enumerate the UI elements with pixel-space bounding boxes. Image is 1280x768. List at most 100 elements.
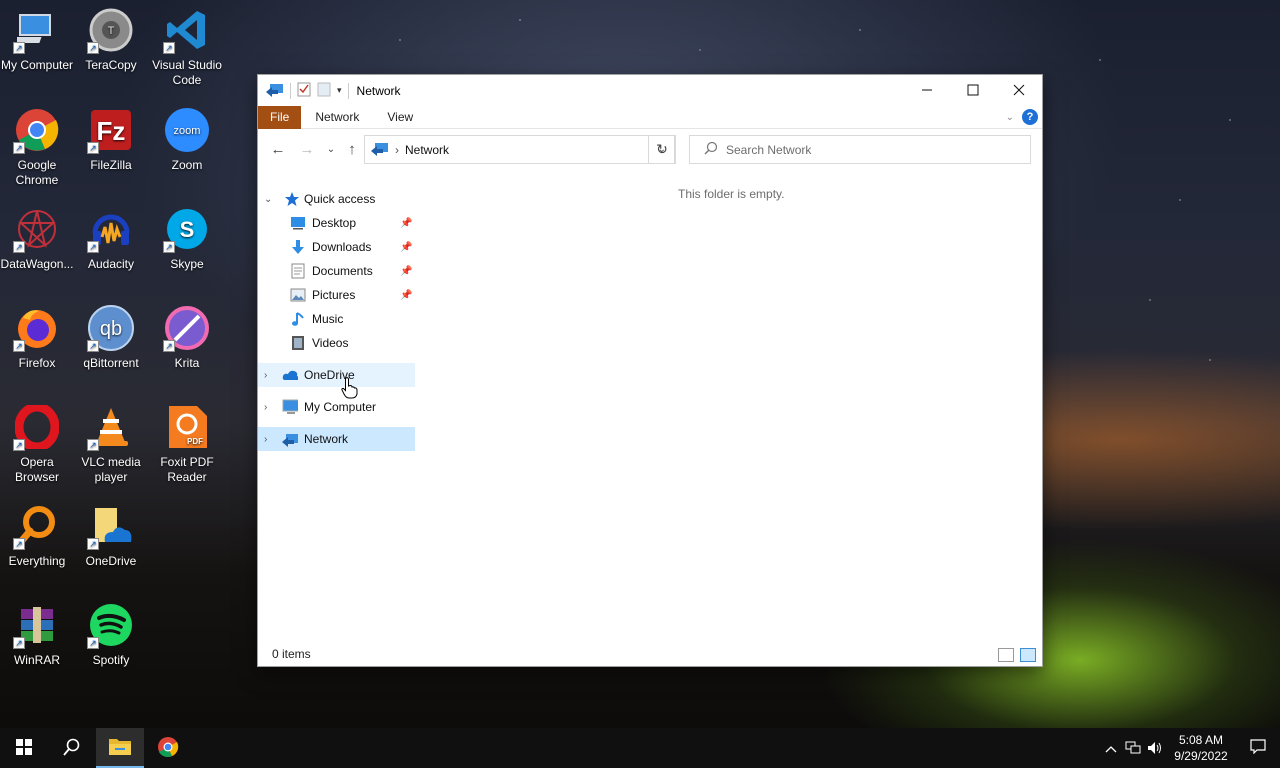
taskbar: 5:08 AM 9/29/2022 <box>0 728 1280 768</box>
svg-text:Fz: Fz <box>97 116 126 146</box>
desktop-icon-my-computer[interactable]: ↗ My Computer <box>0 0 74 90</box>
search-input[interactable] <box>726 142 1026 157</box>
start-button[interactable] <box>0 728 48 768</box>
desktop-icon-firefox[interactable]: ↗ Firefox <box>0 298 74 388</box>
firefox-icon: ↗ <box>13 304 61 352</box>
maximize-button[interactable] <box>950 75 996 105</box>
desktop-icon-filezilla[interactable]: Fz ↗ FileZilla <box>74 100 148 190</box>
desktop-icon-everything[interactable]: ↗ Everything <box>0 496 74 586</box>
shortcut-arrow-icon: ↗ <box>87 42 99 54</box>
filezilla-icon: Fz ↗ <box>87 106 135 154</box>
search-icon <box>63 738 81 759</box>
windows-logo-icon <box>16 738 32 758</box>
taskbar-clock[interactable]: 5:08 AM 9/29/2022 <box>1166 732 1236 764</box>
properties-icon[interactable] <box>297 81 311 100</box>
desktop-icon-krita[interactable]: ↗ Krita <box>150 298 224 388</box>
toolbar-separator <box>290 82 291 99</box>
back-button[interactable]: ← <box>266 137 290 161</box>
network-icon <box>371 140 389 159</box>
search-box[interactable] <box>689 135 1031 164</box>
action-center-button[interactable] <box>1236 738 1280 759</box>
music-icon <box>290 311 306 327</box>
desktop-icon-vlc[interactable]: ↗ VLC media player <box>74 397 148 487</box>
nav-pictures[interactable]: Pictures 📌 <box>258 283 415 307</box>
pin-icon[interactable]: 📌 <box>400 242 412 253</box>
nav-documents[interactable]: Documents 📌 <box>258 259 415 283</box>
shortcut-arrow-icon: ↗ <box>13 241 25 253</box>
pictures-icon <box>290 287 306 303</box>
nav-onedrive[interactable]: › OneDrive <box>258 363 415 387</box>
details-view-button[interactable] <box>998 648 1014 662</box>
volume-icon[interactable] <box>1144 741 1166 755</box>
breadcrumb-network[interactable]: Network <box>405 143 449 157</box>
new-folder-icon[interactable] <box>317 81 331 100</box>
vlc-icon: ↗ <box>87 403 135 451</box>
show-hidden-icons-button[interactable] <box>1100 741 1122 756</box>
pin-icon[interactable]: 📌 <box>400 266 412 277</box>
explorer-window[interactable]: ▾ Network File Network View ⌄ ? ← → ⌄ ↑ … <box>257 74 1043 667</box>
empty-folder-message: This folder is empty. <box>678 187 785 201</box>
star-icon <box>284 191 300 207</box>
status-bar: 0 items <box>258 642 1042 666</box>
pin-icon[interactable]: 📌 <box>400 290 412 301</box>
large-icons-view-button[interactable] <box>1020 648 1036 662</box>
chevron-down-icon[interactable]: ⌄ <box>264 194 274 205</box>
minimize-button[interactable] <box>904 75 950 105</box>
cloud-icon <box>282 367 298 383</box>
breadcrumb-separator[interactable]: › <box>395 143 399 157</box>
svg-text:S: S <box>180 217 195 242</box>
nav-videos[interactable]: Videos <box>258 331 415 355</box>
nav-desktop[interactable]: Desktop 📌 <box>258 211 415 235</box>
network-status-icon[interactable] <box>1122 741 1144 755</box>
up-button[interactable]: ↑ <box>340 137 364 161</box>
desktop-icon-zoom[interactable]: zoom Zoom <box>150 100 224 190</box>
desktop-icon-skype[interactable]: S ↗ Skype <box>150 199 224 289</box>
hand-cursor-icon <box>341 377 358 399</box>
desktop-icon-onedrive[interactable]: ↗ OneDrive <box>74 496 148 586</box>
desktop-icon-chrome[interactable]: ↗ Google Chrome <box>0 100 74 190</box>
close-button[interactable] <box>996 75 1042 105</box>
tab-network[interactable]: Network <box>301 106 373 129</box>
chrome-icon <box>157 736 179 761</box>
taskbar-file-explorer[interactable] <box>96 728 144 768</box>
forward-button[interactable]: → <box>295 137 319 161</box>
desktop-icon-teracopy[interactable]: T ↗ TeraCopy <box>74 0 148 90</box>
desktop-icon-vscode[interactable]: ↗ Visual Studio Code <box>150 0 224 90</box>
shortcut-arrow-icon: ↗ <box>163 340 175 352</box>
svg-text:PDF: PDF <box>187 437 203 446</box>
chevron-right-icon[interactable]: › <box>264 434 274 445</box>
system-tray: 5:08 AM 9/29/2022 <box>1100 728 1280 768</box>
desktop-icon-spotify[interactable]: ↗ Spotify <box>74 595 148 685</box>
chevron-right-icon[interactable]: › <box>264 402 274 413</box>
everything-icon: ↗ <box>13 502 61 550</box>
tab-file[interactable]: File <box>258 105 302 129</box>
nav-network[interactable]: › Network <box>258 427 415 451</box>
taskbar-search-button[interactable] <box>48 728 96 768</box>
desktop-icon-opera[interactable]: ↗ Opera Browser <box>0 397 74 487</box>
shortcut-arrow-icon: ↗ <box>13 142 25 154</box>
svg-text:T: T <box>108 25 115 37</box>
expand-ribbon-icon[interactable]: ⌄ <box>1006 112 1014 123</box>
nav-quick-access[interactable]: ⌄ Quick access <box>258 187 415 211</box>
nav-downloads[interactable]: Downloads 📌 <box>258 235 415 259</box>
desktop-icon-qbittorrent[interactable]: qb ↗ qBittorrent <box>74 298 148 388</box>
taskbar-chrome[interactable] <box>144 728 192 768</box>
shortcut-arrow-icon: ↗ <box>13 538 25 550</box>
pin-icon[interactable]: 📌 <box>400 218 412 229</box>
ribbon-tabs: File Network View ⌄ ? <box>258 105 1042 129</box>
desktop-icon-audacity[interactable]: ↗ Audacity <box>74 199 148 289</box>
help-icon[interactable]: ? <box>1022 109 1038 125</box>
desktop-icon-winrar[interactable]: ↗ WinRAR <box>0 595 74 685</box>
title-bar[interactable]: ▾ Network <box>258 75 1042 106</box>
desktop-icon-datawagon[interactable]: ↗ DataWagon... <box>0 199 74 289</box>
refresh-button[interactable]: ↻ <box>648 135 676 164</box>
shortcut-arrow-icon: ↗ <box>13 42 25 54</box>
nav-music[interactable]: Music <box>258 307 415 331</box>
desktop-icon-foxit[interactable]: PDF Foxit PDF Reader <box>150 397 224 487</box>
chevron-right-icon[interactable]: › <box>264 370 274 381</box>
address-bar[interactable]: › Network ⌄ <box>364 135 675 164</box>
customize-toolbar-icon[interactable]: ▾ <box>337 85 342 96</box>
tab-view[interactable]: View <box>373 106 427 129</box>
nav-my-computer[interactable]: › My Computer <box>258 395 415 419</box>
shortcut-arrow-icon: ↗ <box>13 637 25 649</box>
